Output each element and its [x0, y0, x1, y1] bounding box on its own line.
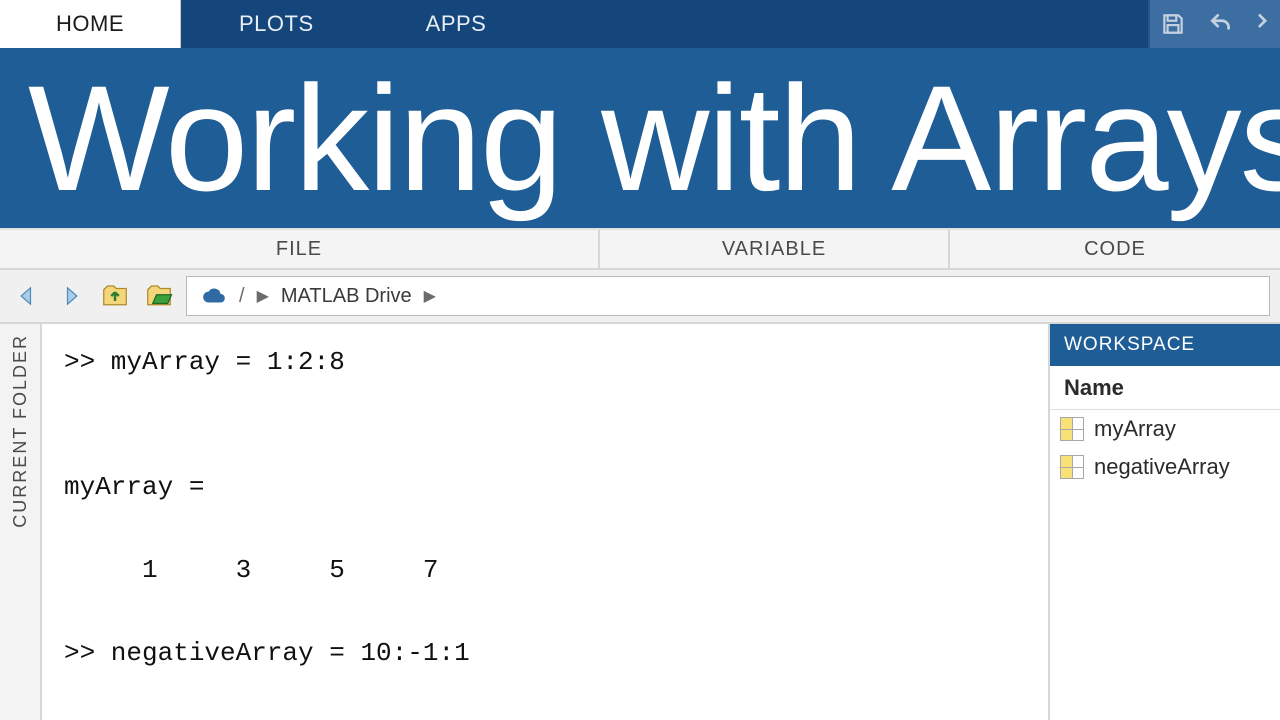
title-banner: Working with Arrays — [0, 48, 1280, 228]
tab-home[interactable]: HOME — [0, 0, 181, 48]
workspace-var-row[interactable]: myArray — [1050, 410, 1280, 448]
ribbon-label-code: CODE — [950, 230, 1280, 268]
path-segment-drive[interactable]: MATLAB Drive — [281, 285, 412, 308]
chevron-right-icon: ▶ — [424, 286, 436, 306]
current-folder-label: CURRENT FOLDER — [10, 334, 31, 528]
tabstrip-spacer — [542, 0, 1148, 48]
console-line: >> negativeArray = 10:-1:1 — [64, 638, 470, 668]
current-folder-panel-collapsed[interactable]: CURRENT FOLDER — [0, 324, 42, 720]
quick-access-toolbar — [1148, 0, 1280, 48]
console-line: >> myArray = 1:2:8 — [64, 347, 345, 377]
cloud-icon — [201, 283, 227, 309]
forward-icon[interactable] — [54, 279, 88, 313]
browse-folder-icon[interactable] — [142, 279, 176, 313]
path-toolbar: / ▶ MATLAB Drive ▶ — [0, 270, 1280, 324]
ribbon-label-file: FILE — [0, 230, 600, 268]
redo-icon[interactable] — [1256, 11, 1270, 37]
undo-icon[interactable] — [1208, 11, 1234, 37]
banner-title: Working with Arrays — [28, 63, 1280, 213]
up-folder-icon[interactable] — [98, 279, 132, 313]
workspace-col-name[interactable]: Name — [1050, 366, 1280, 410]
tab-apps[interactable]: APPS — [370, 0, 543, 48]
address-bar[interactable]: / ▶ MATLAB Drive ▶ — [186, 276, 1270, 316]
top-tabstrip: HOME PLOTS APPS — [0, 0, 1280, 48]
workspace-title: WORKSPACE — [1050, 324, 1280, 366]
workspace-var-name: negativeArray — [1094, 454, 1230, 480]
save-icon[interactable] — [1160, 11, 1186, 37]
back-icon[interactable] — [10, 279, 44, 313]
variable-icon — [1060, 417, 1084, 441]
workspace-var-name: myArray — [1094, 416, 1176, 442]
tab-plots[interactable]: PLOTS — [183, 0, 370, 48]
path-root-sep: / — [239, 285, 245, 308]
variable-icon — [1060, 455, 1084, 479]
workspace-var-row[interactable]: negativeArray — [1050, 448, 1280, 486]
main-area: CURRENT FOLDER >> myArray = 1:2:8 myArra… — [0, 324, 1280, 720]
command-window[interactable]: >> myArray = 1:2:8 myArray = 1 3 5 7 >> … — [42, 324, 1050, 720]
console-line: myArray = — [64, 472, 204, 502]
ribbon-section-labels: FILE VARIABLE CODE — [0, 228, 1280, 270]
console-line: 1 3 5 7 — [64, 555, 438, 585]
chevron-right-icon: ▶ — [257, 286, 269, 306]
ribbon-label-variable: VARIABLE — [600, 230, 950, 268]
workspace-panel: WORKSPACE Name myArray negativeArray — [1050, 324, 1280, 720]
